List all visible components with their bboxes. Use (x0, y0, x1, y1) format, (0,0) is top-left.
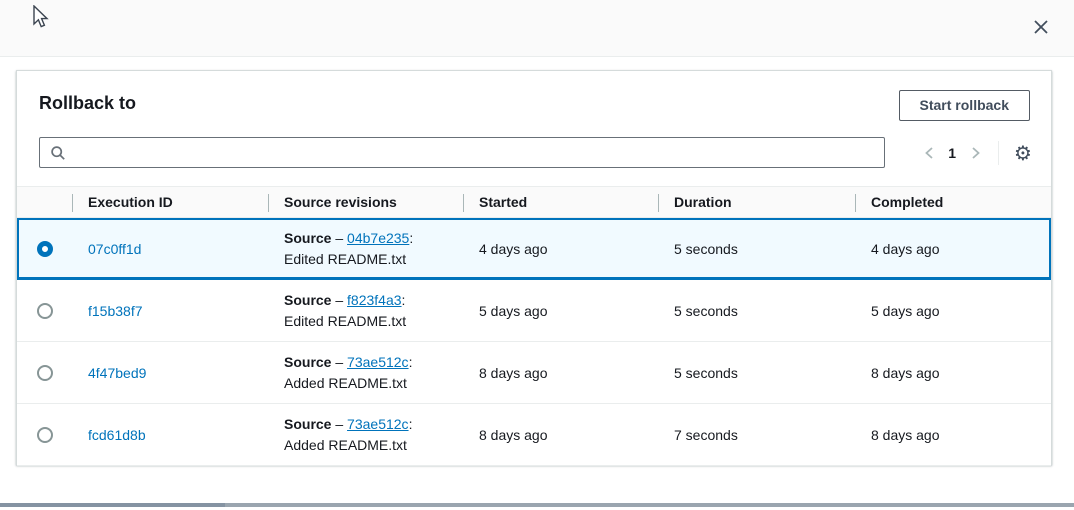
column-header-source-revisions: Source revisions (268, 187, 463, 219)
executions-table: Execution ID Source revisions Started Du… (17, 186, 1051, 464)
commit-link[interactable]: f823f4a3 (347, 292, 402, 308)
column-header-started: Started (463, 187, 658, 219)
previous-page-button[interactable] (916, 140, 942, 166)
completed-value: 4 days ago (855, 241, 1051, 257)
duration-value: 5 seconds (658, 241, 855, 257)
commit-message: Edited README.txt (284, 311, 463, 332)
next-page-button[interactable] (962, 140, 988, 166)
source-separator: – (335, 354, 343, 370)
source-label: Source (284, 354, 331, 370)
execution-id-link[interactable]: fcd61d8b (88, 427, 146, 443)
gear-icon: ⚙ (1014, 141, 1032, 165)
execution-id-link[interactable]: 4f47bed9 (88, 365, 146, 381)
pagination-divider (998, 141, 999, 165)
source-label: Source (284, 292, 331, 308)
execution-id-link[interactable]: f15b38f7 (88, 303, 143, 319)
source-colon: : (409, 230, 413, 246)
row-radio-selected[interactable] (37, 241, 53, 257)
radio-column-header (17, 187, 72, 219)
source-separator: – (335, 416, 343, 432)
close-button[interactable] (1028, 14, 1054, 40)
commit-message: Edited README.txt (284, 249, 463, 270)
commit-link[interactable]: 73ae512c (347, 354, 409, 370)
pagination: 1 ⚙ (916, 137, 1037, 168)
started-value: 8 days ago (463, 365, 658, 381)
row-radio[interactable] (37, 427, 53, 443)
table-header-row: Execution ID Source revisions Started Du… (17, 186, 1051, 218)
search-box[interactable] (39, 137, 885, 168)
started-value: 8 days ago (463, 427, 658, 443)
source-colon: : (409, 416, 413, 432)
commit-link[interactable]: 73ae512c (347, 416, 409, 432)
search-input[interactable] (72, 138, 884, 167)
source-colon: : (402, 292, 406, 308)
execution-id-link[interactable]: 07c0ff1d (88, 241, 141, 257)
source-label: Source (284, 416, 331, 432)
duration-value: 7 seconds (658, 427, 855, 443)
start-rollback-button[interactable]: Start rollback (899, 90, 1030, 121)
horizontal-scrollbar-thumb[interactable] (0, 503, 225, 507)
table-row[interactable]: 4f47bed9 Source – 73ae512c: Added README… (17, 342, 1051, 404)
modal-header (0, 0, 1074, 57)
started-value: 5 days ago (463, 303, 658, 319)
table-row[interactable]: 07c0ff1d Source – 04b7e235: Edited READM… (17, 218, 1051, 280)
row-radio[interactable] (37, 365, 53, 381)
source-label: Source (284, 230, 331, 246)
screen: Rollback to Start rollback 1 ⚙ (0, 0, 1074, 510)
commit-message: Added README.txt (284, 373, 463, 394)
duration-value: 5 seconds (658, 365, 855, 381)
source-separator: – (335, 230, 343, 246)
chevron-left-icon (923, 146, 936, 160)
preferences-gear-button[interactable]: ⚙ (1009, 139, 1037, 167)
current-page-number[interactable]: 1 (942, 145, 962, 161)
commit-link[interactable]: 04b7e235 (347, 230, 409, 246)
source-separator: – (335, 292, 343, 308)
table-row[interactable]: fcd61d8b Source – 73ae512c: Added README… (17, 404, 1051, 466)
horizontal-scrollbar[interactable] (0, 503, 1074, 507)
completed-value: 8 days ago (855, 365, 1051, 381)
mouse-cursor-icon (33, 5, 50, 31)
commit-message: Added README.txt (284, 435, 463, 456)
close-icon (1033, 19, 1049, 35)
table-row[interactable]: f15b38f7 Source – f823f4a3: Edited READM… (17, 280, 1051, 342)
row-radio[interactable] (37, 303, 53, 319)
completed-value: 5 days ago (855, 303, 1051, 319)
column-header-completed: Completed (855, 187, 1051, 219)
panel-title: Rollback to (39, 93, 136, 114)
search-icon (50, 145, 66, 161)
column-header-execution-id: Execution ID (72, 187, 268, 219)
completed-value: 8 days ago (855, 427, 1051, 443)
column-header-duration: Duration (658, 187, 855, 219)
started-value: 4 days ago (463, 241, 658, 257)
rollback-panel: Rollback to Start rollback 1 ⚙ (16, 70, 1052, 465)
duration-value: 5 seconds (658, 303, 855, 319)
chevron-right-icon (969, 146, 982, 160)
source-colon: : (409, 354, 413, 370)
